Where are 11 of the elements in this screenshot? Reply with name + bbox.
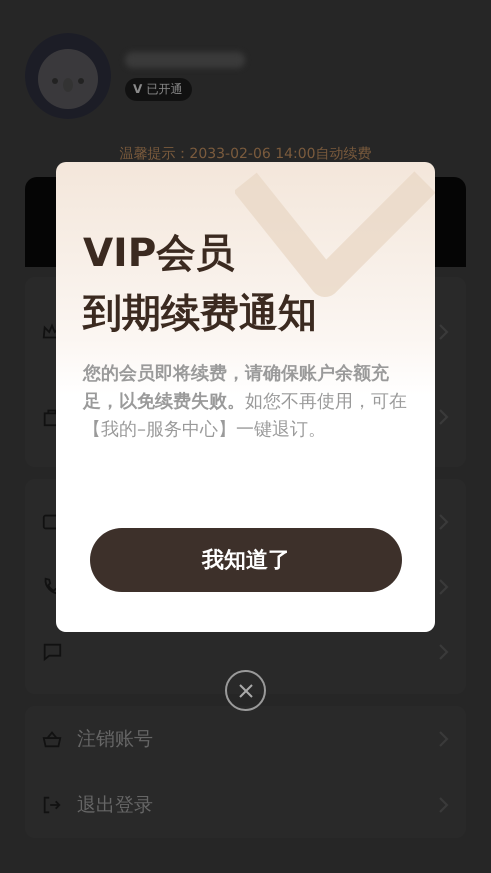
logout-icon xyxy=(41,794,63,816)
acknowledge-button[interactable]: 我知道了 xyxy=(90,528,402,592)
reminder-text: 温馨提示：2033-02-06 14:00自动续费 xyxy=(118,145,373,163)
member-badge: V 已开通 xyxy=(125,78,192,100)
dialog-title: VIP会员 xyxy=(83,230,236,278)
close-button[interactable] xyxy=(225,670,266,711)
dialog-message: 您的会员即将续费，请确保账户余额充足，以免续费失败。如您不再使用，可在【我的–服务中心】一键退订。 xyxy=(83,362,408,442)
dialog-title: 到期续费通知 xyxy=(83,290,318,338)
close-icon xyxy=(238,682,254,698)
menu-item[interactable]: 注销账号 xyxy=(77,726,424,752)
menu-item[interactable]: 退出登录 xyxy=(77,792,424,818)
